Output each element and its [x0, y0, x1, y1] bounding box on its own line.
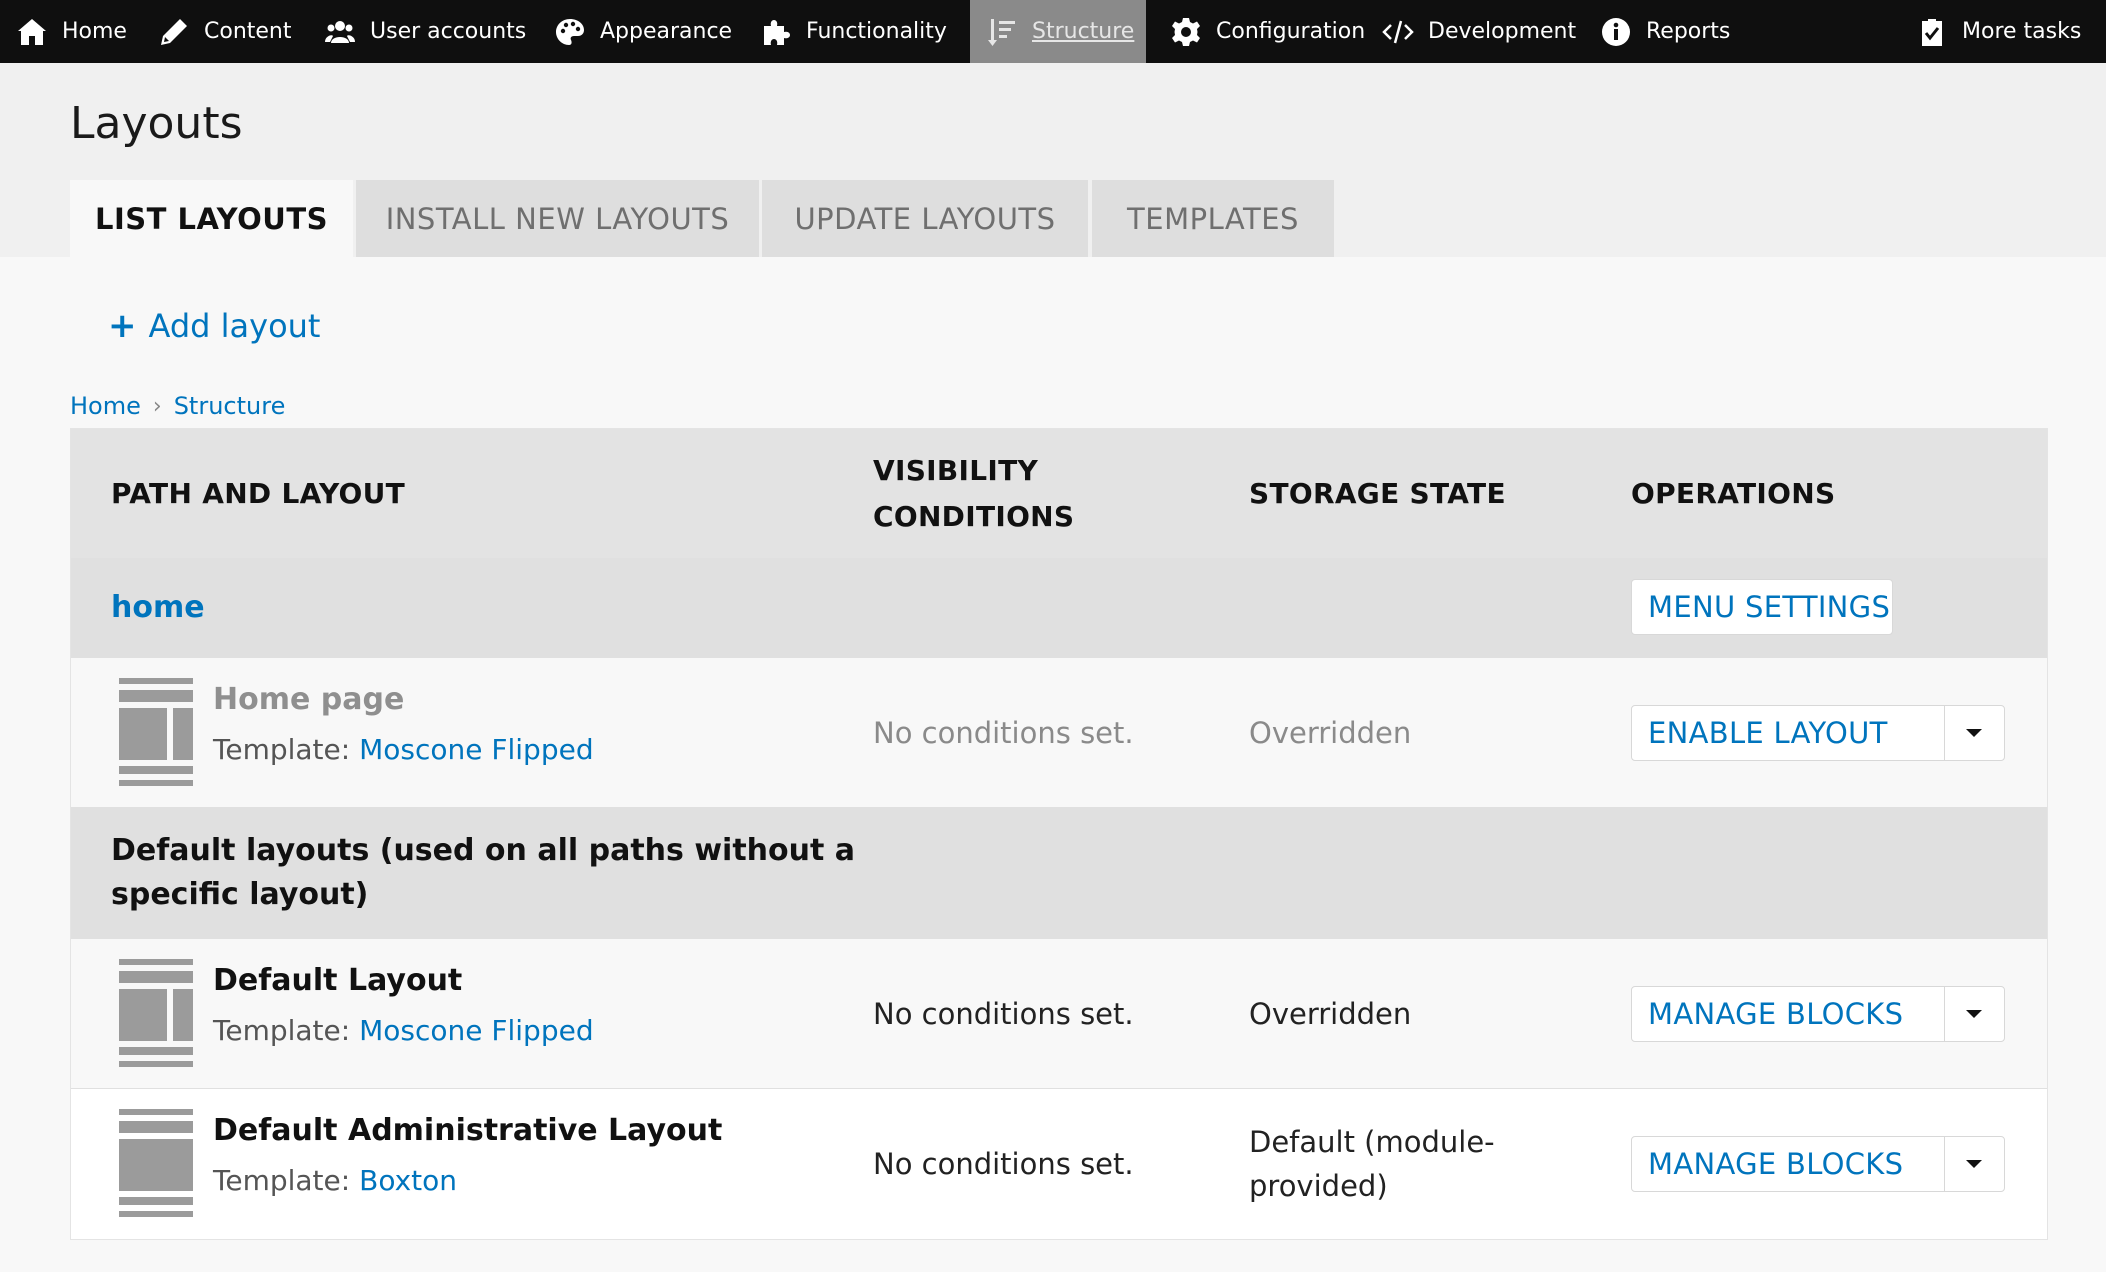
dropdown-toggle[interactable] — [1944, 987, 2004, 1041]
toolbar-item-home[interactable]: Home — [0, 0, 143, 63]
users-icon — [325, 20, 355, 43]
add-layout-label: Add layout — [148, 307, 321, 345]
layout-boxton-icon — [119, 1109, 193, 1217]
visibility-cell: No conditions set. — [873, 716, 1134, 750]
toolbar-label: More tasks — [1962, 19, 2082, 44]
toolbar-label: Functionality — [806, 19, 947, 44]
breadcrumb-home[interactable]: Home — [70, 392, 141, 420]
header-operations: OPERATIONS — [1631, 477, 1836, 510]
code-icon — [1382, 20, 1414, 43]
header-visibility-line: VISIBILITY — [873, 454, 1039, 487]
group-default-title: Default layouts (used on all paths witho… — [111, 829, 855, 917]
storage-cell: Overridden — [1249, 716, 1412, 750]
toolbar-item-more-tasks[interactable]: More tasks — [1900, 0, 2097, 63]
plus-icon: + — [108, 306, 137, 346]
toolbar-label: User accounts — [370, 19, 527, 44]
menu-settings-button[interactable]: MENU SETTINGS — [1631, 579, 1893, 635]
template-prefix: Template: — [213, 1014, 360, 1047]
layout-template: Template: Moscone Flipped — [213, 728, 594, 772]
puzzle-icon — [764, 19, 790, 45]
table-row: Home page Template: Moscone Flipped No c… — [71, 658, 2047, 808]
breadcrumb: Home › Structure — [70, 392, 285, 420]
header-visibility-line: CONDITIONS — [873, 500, 1075, 533]
template-prefix: Template: — [213, 733, 360, 766]
gear-icon — [1172, 17, 1200, 46]
layout-template: Template: Moscone Flipped — [213, 1009, 594, 1053]
palette-icon — [556, 18, 584, 45]
caret-down-icon — [1966, 729, 1982, 737]
toolbar-item-appearance[interactable]: Appearance — [538, 0, 748, 63]
header-visibility-conditions: VISIBILITY CONDITIONS — [873, 448, 1074, 540]
layout-moscone-flipped-icon — [119, 959, 193, 1067]
toolbar-item-content[interactable]: Content — [142, 0, 308, 63]
storage-line: Default (module- — [1249, 1125, 1495, 1159]
page-title: Layouts — [70, 98, 243, 149]
toolbar-item-development[interactable]: Development — [1366, 0, 1592, 63]
chevron-right-icon: › — [152, 393, 162, 419]
enable-layout-label: ENABLE LAYOUT — [1648, 716, 1888, 750]
table-group-home: home MENU SETTINGS — [71, 559, 2047, 658]
visibility-cell: No conditions set. — [873, 1147, 1134, 1181]
dropdown-toggle[interactable] — [1944, 1137, 2004, 1191]
table-row: Default Layout Template: Moscone Flipped… — [71, 939, 2047, 1089]
toolbar-label: Configuration — [1216, 19, 1366, 44]
table-row: Default Administrative Layout Template: … — [71, 1089, 2047, 1239]
toolbar-label: Content — [204, 19, 292, 44]
layouts-table: PATH AND LAYOUT VISIBILITY CONDITIONS ST… — [70, 428, 2048, 1240]
dropdown-toggle[interactable] — [1944, 706, 2004, 760]
tab-list-layouts[interactable]: LIST LAYOUTS — [70, 180, 353, 257]
enable-layout-button[interactable]: ENABLE LAYOUT — [1631, 705, 2005, 761]
toolbar-item-structure[interactable]: Structure — [970, 0, 1146, 63]
layout-moscone-flipped-icon — [119, 678, 193, 786]
toolbar-label: Structure — [1032, 19, 1135, 44]
tab-update-layouts[interactable]: UPDATE LAYOUTS — [762, 180, 1088, 257]
group-home-link[interactable]: home — [111, 586, 205, 630]
header-storage-state: STORAGE STATE — [1249, 477, 1506, 510]
home-icon — [18, 18, 46, 45]
layout-template: Template: Boxton — [213, 1159, 457, 1203]
table-group-default-layouts: Default layouts (used on all paths witho… — [71, 808, 2047, 939]
manage-blocks-label: MANAGE BLOCKS — [1648, 1147, 1904, 1181]
toolbar-label: Home — [62, 19, 127, 44]
group-default-line: specific layout) — [111, 877, 369, 912]
visibility-cell: No conditions set. — [873, 997, 1134, 1031]
storage-line: provided) — [1249, 1169, 1388, 1203]
layout-name: Home page — [213, 682, 405, 717]
group-default-line: Default layouts (used on all paths witho… — [111, 833, 856, 868]
structure-icon — [988, 18, 1015, 46]
add-layout-link[interactable]: + Add layout — [108, 306, 320, 346]
manage-blocks-button[interactable]: MANAGE BLOCKS — [1631, 1136, 2005, 1192]
table-header: PATH AND LAYOUT VISIBILITY CONDITIONS ST… — [71, 429, 2047, 559]
tab-templates[interactable]: TEMPLATES — [1092, 180, 1334, 257]
manage-blocks-button[interactable]: MANAGE BLOCKS — [1631, 986, 2005, 1042]
layout-name: Default Administrative Layout — [213, 1113, 723, 1148]
menu-settings-label: MENU SETTINGS — [1648, 590, 1891, 624]
layout-name: Default Layout — [213, 963, 463, 998]
toolbar-label: Appearance — [600, 19, 733, 44]
template-link[interactable]: Moscone Flipped — [359, 1014, 594, 1047]
header-path-and-layout: PATH AND LAYOUT — [111, 477, 406, 510]
breadcrumb-structure[interactable]: Structure — [174, 392, 286, 420]
storage-cell: Overridden — [1249, 997, 1412, 1031]
caret-down-icon — [1966, 1010, 1982, 1018]
template-prefix: Template: — [213, 1164, 360, 1197]
toolbar-label: Development — [1428, 19, 1577, 44]
manage-blocks-label: MANAGE BLOCKS — [1648, 997, 1904, 1031]
tab-install-new-layouts[interactable]: INSTALL NEW LAYOUTS — [356, 180, 759, 257]
caret-down-icon — [1966, 1160, 1982, 1168]
toolbar-item-user-accounts[interactable]: User accounts — [308, 0, 542, 63]
admin-toolbar: Home Content User accounts Appearance Fu… — [0, 0, 2106, 63]
info-icon — [1602, 17, 1630, 46]
storage-cell: Default (module- provided) — [1249, 1120, 1495, 1208]
clipboard-check-icon — [1922, 18, 1942, 46]
toolbar-item-functionality[interactable]: Functionality — [744, 0, 963, 63]
template-link[interactable]: Boxton — [359, 1164, 457, 1197]
toolbar-item-reports[interactable]: Reports — [1584, 0, 1746, 63]
toolbar-item-configuration[interactable]: Configuration — [1154, 0, 1381, 63]
pencil-icon — [161, 18, 187, 45]
toolbar-label: Reports — [1646, 19, 1731, 44]
template-link[interactable]: Moscone Flipped — [359, 733, 594, 766]
